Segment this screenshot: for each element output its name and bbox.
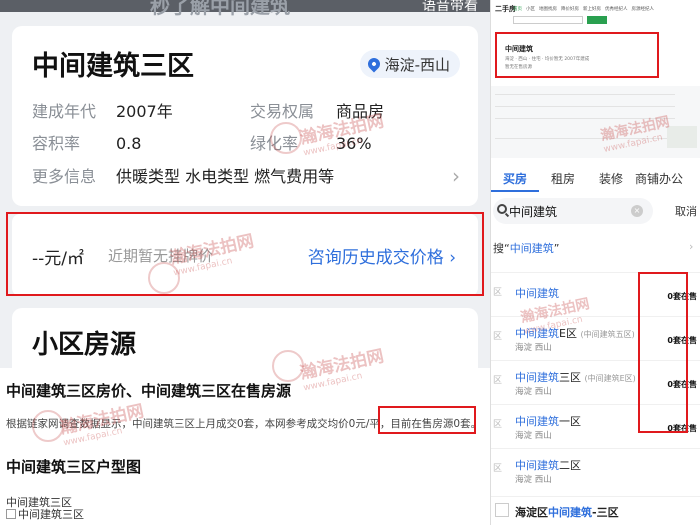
desktop-search-button[interactable] <box>587 16 607 24</box>
highlight-box-community-summary: 中间建筑 海淀 · 西山 · 住宅 · 均价暂无 2007年建成 暂无在售房源 <box>495 32 659 78</box>
community-tag-icon: 区 <box>493 420 503 430</box>
property-detail-screenshot: 秒了解中间建筑 语音带看 中间建筑三区 海淀-西山 建成年代 2007年 交易权属… <box>0 0 490 525</box>
attr-ownership: 交易权属 商品房 <box>250 102 385 121</box>
desktop-nav: 首页 小区 地图找房 降价好房 新上好房 优秀经纪人 房源经纪人 <box>513 6 654 12</box>
listings-heading: 小区房源 <box>32 330 137 360</box>
divider <box>495 106 675 107</box>
search-icon <box>497 204 507 214</box>
desktop-search-input[interactable] <box>513 16 583 24</box>
item-area: 海淀 西山 <box>515 475 552 485</box>
item-name: 中间建筑E区 (中间建筑五区) <box>515 327 635 340</box>
search-query: 中间建筑 <box>509 205 558 219</box>
item-name: 中间建筑 <box>515 287 559 300</box>
map-thumbnail <box>667 126 697 148</box>
community-tag-icon: 区 <box>493 288 503 298</box>
desktop-page-blurred-area <box>491 86 700 158</box>
desktop-community-meta: 海淀 · 西山 · 住宅 · 均价暂无 2007年建成 <box>505 57 590 62</box>
desktop-nav-item[interactable]: 小区 <box>526 6 535 12</box>
highlight-box-price <box>6 212 484 296</box>
community-tag-icon: 区 <box>493 464 503 474</box>
divider <box>495 138 675 139</box>
desktop-community-status: 暂无在售房源 <box>505 65 532 70</box>
desktop-nav-item[interactable]: 优秀经纪人 <box>605 6 628 12</box>
item-area: 海淀 西山 <box>515 387 552 397</box>
item-area: 海淀 西山 <box>515 343 552 353</box>
more-info-row[interactable]: 更多信息 供暖类型 水电类型 燃气费用等 <box>32 163 334 187</box>
desktop-nav-item[interactable]: 房源经纪人 <box>632 6 655 12</box>
attr-plot-ratio: 容积率 0.8 <box>32 134 142 153</box>
desktop-page-thumbnail: 二手房 首页 小区 地图找房 降价好房 新上好房 优秀经纪人 房源经纪人 中间建… <box>491 0 700 86</box>
header-ghost-text: 秒了解中间建筑 <box>150 0 290 18</box>
list-item[interactable]: 海淀区中间建筑-三区 <box>491 496 700 524</box>
attr-built-year: 建成年代 2007年 <box>32 102 173 121</box>
desktop-nav-item[interactable]: 首页 <box>513 6 522 12</box>
clear-icon[interactable]: × <box>631 205 643 217</box>
voice-tour-button[interactable]: 语音带看 <box>422 0 478 15</box>
community-info-card: 中间建筑三区 海淀-西山 建成年代 2007年 交易权属 商品房 容积率 0.8 绿化… <box>12 26 478 206</box>
divider <box>495 118 675 119</box>
snippet-heading: 中间建筑三区房价、中间建筑三区在售房源 <box>6 382 292 400</box>
desktop-nav-item[interactable]: 地图找房 <box>539 6 557 12</box>
item-name: 海淀区中间建筑-三区 <box>515 506 619 519</box>
top-bar: 秒了解中间建筑 语音带看 <box>0 0 490 18</box>
desktop-community-title: 中间建筑 <box>505 45 533 53</box>
floorplan-heading: 中间建筑三区户型图 <box>6 458 142 476</box>
tab-decoration[interactable]: 装修 <box>587 166 635 192</box>
mobile-search-panel: 买房 租房 装修 商铺办公 中间建筑 × 取消 搜“中间建筑” › 区 中间建筑… <box>491 160 700 525</box>
item-name: 中间建筑一区 <box>515 415 581 428</box>
divider <box>495 94 675 95</box>
community-tag-icon: 区 <box>493 376 503 386</box>
location-pin-icon <box>365 55 383 73</box>
tab-buy[interactable]: 买房 <box>491 166 539 192</box>
broken-image-icon <box>6 509 16 519</box>
community-tag-icon <box>495 503 509 517</box>
desktop-nav-item[interactable]: 新上好房 <box>583 6 601 12</box>
attr-green-ratio: 绿化率 36% <box>250 134 372 153</box>
community-tag-icon: 区 <box>493 332 503 342</box>
highlight-box-for-sale-counts <box>638 272 688 433</box>
chevron-right-icon: › <box>689 240 694 253</box>
tab-commercial[interactable]: 商铺办公 <box>635 166 683 192</box>
highlight-box-for-sale <box>378 406 476 434</box>
search-input[interactable]: 中间建筑 × <box>493 198 653 224</box>
floorplan-broken-image: 中间建筑三区 <box>6 506 84 522</box>
location-text: 海淀-西山 <box>384 55 450 74</box>
location-pill[interactable]: 海淀-西山 <box>359 50 460 78</box>
category-tabs: 买房 租房 装修 商铺办公 <box>491 166 700 192</box>
item-name: 中间建筑二区 <box>515 459 581 472</box>
desktop-nav-item[interactable]: 降价好房 <box>561 6 579 12</box>
search-results-screenshot: 二手房 首页 小区 地图找房 降价好房 新上好房 优秀经纪人 房源经纪人 中间建… <box>490 0 700 525</box>
webpage-snippet: 中间建筑三区房价、中间建筑三区在售房源 根据链家网调查数据显示，中间建筑三区上月… <box>0 368 490 525</box>
search-all-row[interactable]: 搜“中间建筑” › <box>493 240 693 256</box>
tab-rent[interactable]: 租房 <box>539 166 587 192</box>
list-item[interactable]: 区 中间建筑二区 海淀 西山 <box>491 448 700 492</box>
community-title: 中间建筑三区 <box>32 51 194 82</box>
item-name: 中间建筑三区 (中间建筑E区) <box>515 371 636 384</box>
chevron-right-icon: › <box>452 164 460 188</box>
item-area: 海淀 西山 <box>515 431 552 441</box>
cancel-button[interactable]: 取消 <box>675 203 697 219</box>
